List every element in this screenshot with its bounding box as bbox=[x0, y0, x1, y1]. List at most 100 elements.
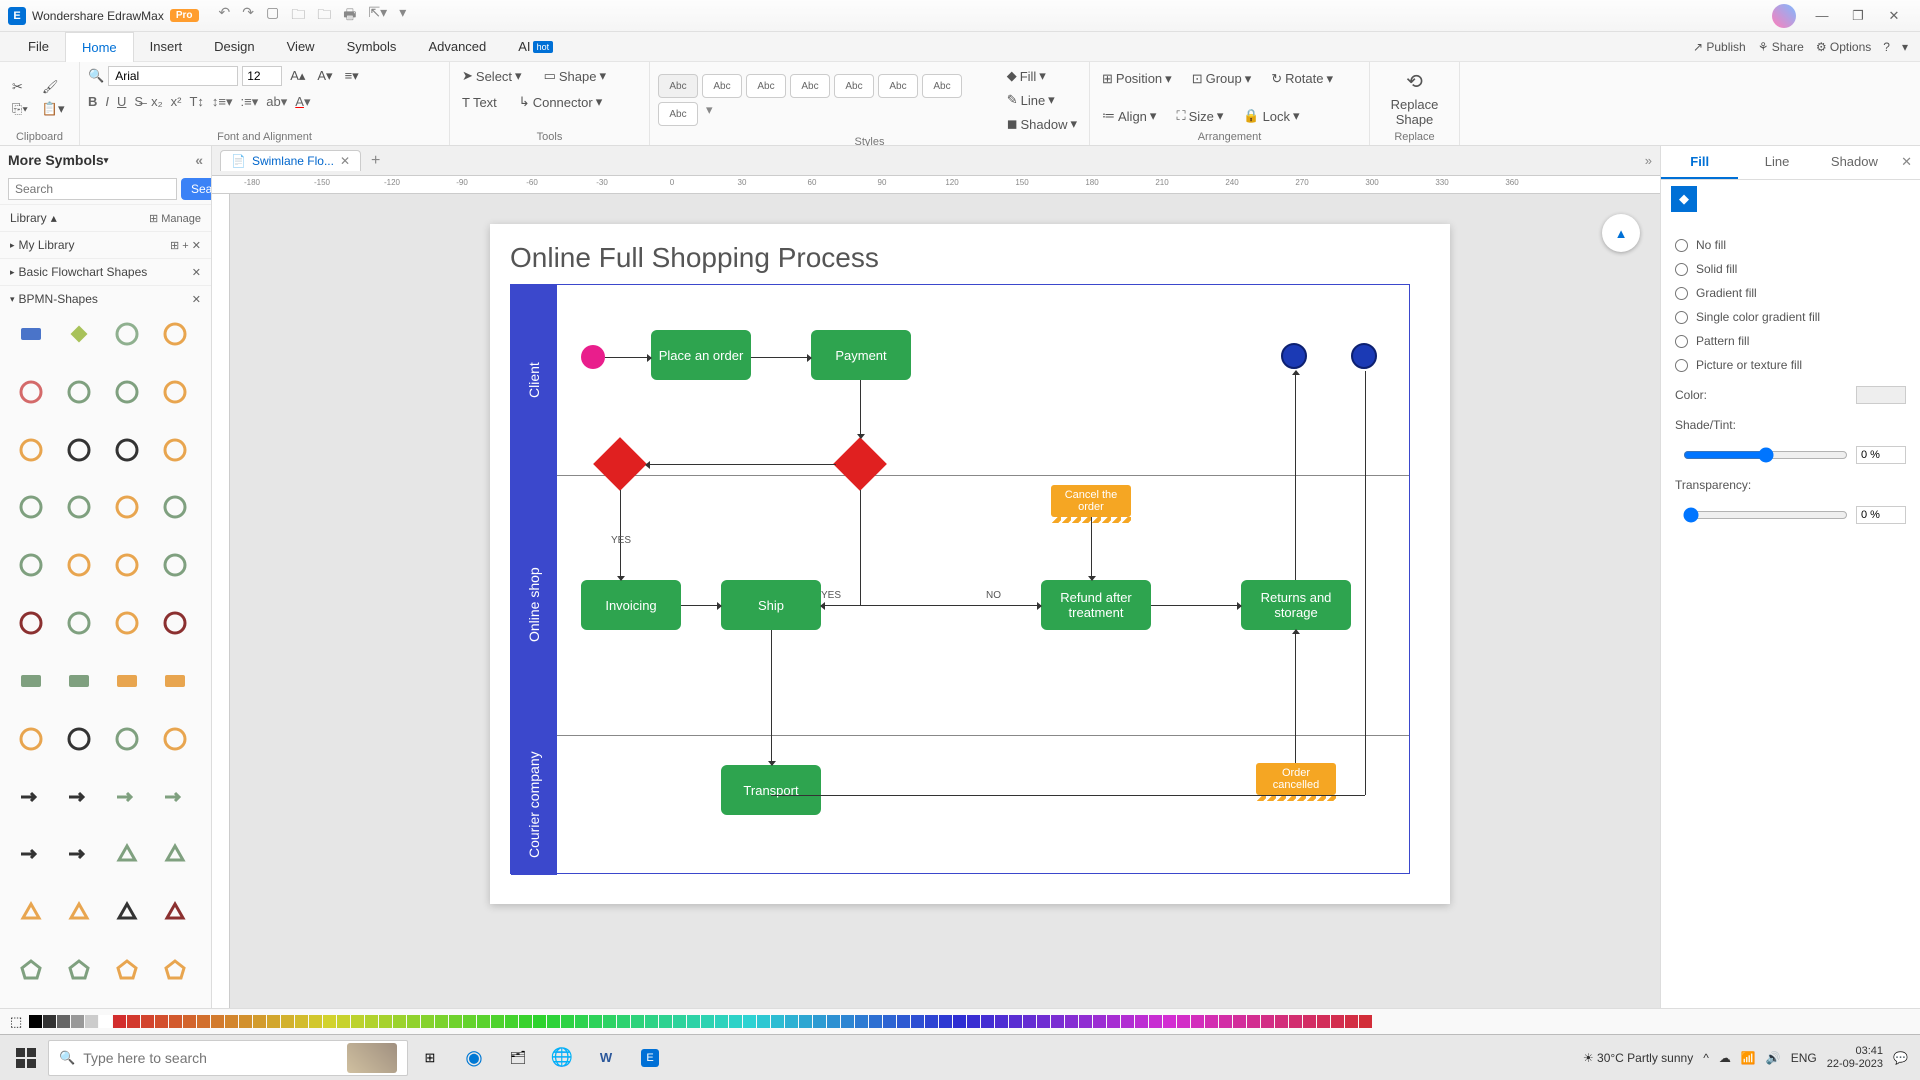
cancelled-note[interactable]: Order cancelled bbox=[1256, 763, 1336, 795]
color-swatch[interactable] bbox=[379, 1015, 392, 1028]
color-swatch[interactable] bbox=[1317, 1015, 1330, 1028]
refund-box[interactable]: Refund after treatment bbox=[1041, 580, 1151, 630]
strike-button[interactable]: S̶ bbox=[134, 94, 143, 110]
color-swatch[interactable] bbox=[281, 1015, 294, 1028]
color-swatch[interactable] bbox=[491, 1015, 504, 1028]
color-swatch[interactable] bbox=[435, 1015, 448, 1028]
color-swatch[interactable] bbox=[1163, 1015, 1176, 1028]
library-manage[interactable]: ⊞ Manage bbox=[149, 212, 201, 225]
color-swatch[interactable] bbox=[463, 1015, 476, 1028]
menu-more-icon[interactable]: ▾ bbox=[1902, 40, 1908, 54]
palette-shape[interactable] bbox=[63, 954, 95, 986]
style-preset[interactable]: Abc bbox=[746, 74, 786, 98]
window-close-button[interactable]: ✕ bbox=[1876, 8, 1912, 24]
palette-shape[interactable] bbox=[159, 376, 191, 408]
align-button[interactable]: ≡▾ bbox=[341, 66, 363, 86]
palette-shape[interactable] bbox=[15, 896, 47, 928]
lock-button[interactable]: 🔒 Lock▾ bbox=[1239, 106, 1303, 126]
color-swatch[interactable] bbox=[659, 1015, 672, 1028]
undo-icon[interactable]: ↶ bbox=[219, 4, 231, 28]
palette-shape[interactable] bbox=[15, 781, 47, 813]
palette-shape[interactable] bbox=[15, 318, 47, 350]
color-swatch[interactable] bbox=[29, 1015, 42, 1028]
color-swatch[interactable] bbox=[1233, 1015, 1246, 1028]
color-swatch[interactable] bbox=[337, 1015, 350, 1028]
menu-symbols[interactable]: Symbols bbox=[331, 32, 413, 62]
share-button[interactable]: ⚘ Share bbox=[1758, 40, 1804, 54]
color-swatch[interactable] bbox=[1093, 1015, 1106, 1028]
color-swatch[interactable] bbox=[1331, 1015, 1344, 1028]
color-swatch[interactable] bbox=[519, 1015, 532, 1028]
font-family-select[interactable] bbox=[108, 66, 238, 86]
color-swatch[interactable] bbox=[813, 1015, 826, 1028]
color-swatch[interactable] bbox=[1079, 1015, 1092, 1028]
palette-shape[interactable] bbox=[159, 838, 191, 870]
color-swatch[interactable] bbox=[645, 1015, 658, 1028]
palette-shape[interactable] bbox=[111, 896, 143, 928]
color-swatch[interactable] bbox=[631, 1015, 644, 1028]
task-view-icon[interactable]: ⊞ bbox=[408, 1038, 452, 1078]
palette-shape[interactable] bbox=[159, 607, 191, 639]
edrawmax-taskbar-icon[interactable]: E bbox=[628, 1038, 672, 1078]
nav-compass-icon[interactable]: ▲ bbox=[1602, 214, 1640, 252]
fill-tab[interactable]: Fill bbox=[1661, 146, 1738, 179]
library-section[interactable]: Library ▴ ⊞ Manage bbox=[0, 204, 211, 231]
color-swatch[interactable] bbox=[771, 1015, 784, 1028]
fill-opt-single-gradient[interactable]: Single color gradient fill bbox=[1675, 310, 1906, 324]
palette-shape[interactable] bbox=[111, 549, 143, 581]
palette-shape[interactable] bbox=[111, 607, 143, 639]
color-swatch[interactable] bbox=[785, 1015, 798, 1028]
shade-slider[interactable] bbox=[1683, 447, 1848, 463]
align-shapes-button[interactable]: ≔ Align▾ bbox=[1098, 106, 1160, 126]
color-swatch[interactable] bbox=[351, 1015, 364, 1028]
select-tool[interactable]: ➤ Select▾ bbox=[458, 66, 526, 86]
highlight-icon[interactable]: ab▾ bbox=[266, 94, 287, 110]
menu-view[interactable]: View bbox=[271, 32, 331, 62]
color-swatch[interactable] bbox=[547, 1015, 560, 1028]
lane-shop[interactable]: Online shop bbox=[511, 475, 557, 735]
shape-tool[interactable]: ▭ Shape▾ bbox=[540, 66, 610, 86]
color-swatch[interactable] bbox=[1289, 1015, 1302, 1028]
place-order-box[interactable]: Place an order bbox=[651, 330, 751, 380]
color-swatch[interactable] bbox=[99, 1015, 112, 1028]
style-scroll-icon[interactable]: ▾ bbox=[706, 102, 713, 126]
tray-wifi-icon[interactable]: 📶 bbox=[1741, 1051, 1756, 1065]
more-icon[interactable]: ▾ bbox=[399, 4, 406, 28]
options-button[interactable]: ⚙ Options bbox=[1816, 40, 1871, 54]
chrome-icon[interactable]: 🌐 bbox=[540, 1038, 584, 1078]
connector[interactable] bbox=[1151, 605, 1241, 606]
color-swatch[interactable] bbox=[449, 1015, 462, 1028]
underline-button[interactable]: U bbox=[117, 94, 126, 110]
palette-shape[interactable] bbox=[111, 318, 143, 350]
style-preset[interactable]: Abc bbox=[922, 74, 962, 98]
palette-shape[interactable] bbox=[111, 838, 143, 870]
color-swatch[interactable] bbox=[393, 1015, 406, 1028]
rotate-button[interactable]: ↻ Rotate▾ bbox=[1267, 69, 1337, 89]
shade-value[interactable] bbox=[1856, 446, 1906, 464]
color-swatch[interactable] bbox=[827, 1015, 840, 1028]
word-icon[interactable]: W bbox=[584, 1038, 628, 1078]
palette-shape[interactable] bbox=[63, 896, 95, 928]
color-swatch[interactable] bbox=[1359, 1015, 1372, 1028]
color-swatch[interactable] bbox=[939, 1015, 952, 1028]
taskbar-clock[interactable]: 03:4122-09-2023 bbox=[1827, 1045, 1883, 1071]
connector-tool[interactable]: ↳ Connector▾ bbox=[515, 92, 606, 112]
fill-mode-icon[interactable]: ◆ bbox=[1671, 186, 1697, 212]
line-button[interactable]: ✎ Line▾ bbox=[1003, 90, 1081, 110]
color-swatch[interactable] bbox=[799, 1015, 812, 1028]
connector[interactable] bbox=[771, 795, 1365, 796]
style-preset[interactable]: Abc bbox=[658, 74, 698, 98]
color-swatch[interactable] bbox=[323, 1015, 336, 1028]
paste-icon[interactable]: 📋▾ bbox=[38, 99, 69, 119]
connector[interactable] bbox=[860, 380, 861, 438]
color-swatch[interactable] bbox=[855, 1015, 868, 1028]
tray-lang[interactable]: ENG bbox=[1791, 1051, 1817, 1065]
start-button[interactable] bbox=[4, 1038, 48, 1078]
copy-icon[interactable]: ⎘▾ bbox=[8, 99, 32, 119]
color-swatch[interactable] bbox=[673, 1015, 686, 1028]
menu-file[interactable]: File bbox=[12, 32, 65, 62]
superscript-button[interactable]: x² bbox=[171, 94, 182, 110]
menu-insert[interactable]: Insert bbox=[134, 32, 199, 62]
color-swatch[interactable] bbox=[141, 1015, 154, 1028]
color-swatch[interactable] bbox=[155, 1015, 168, 1028]
